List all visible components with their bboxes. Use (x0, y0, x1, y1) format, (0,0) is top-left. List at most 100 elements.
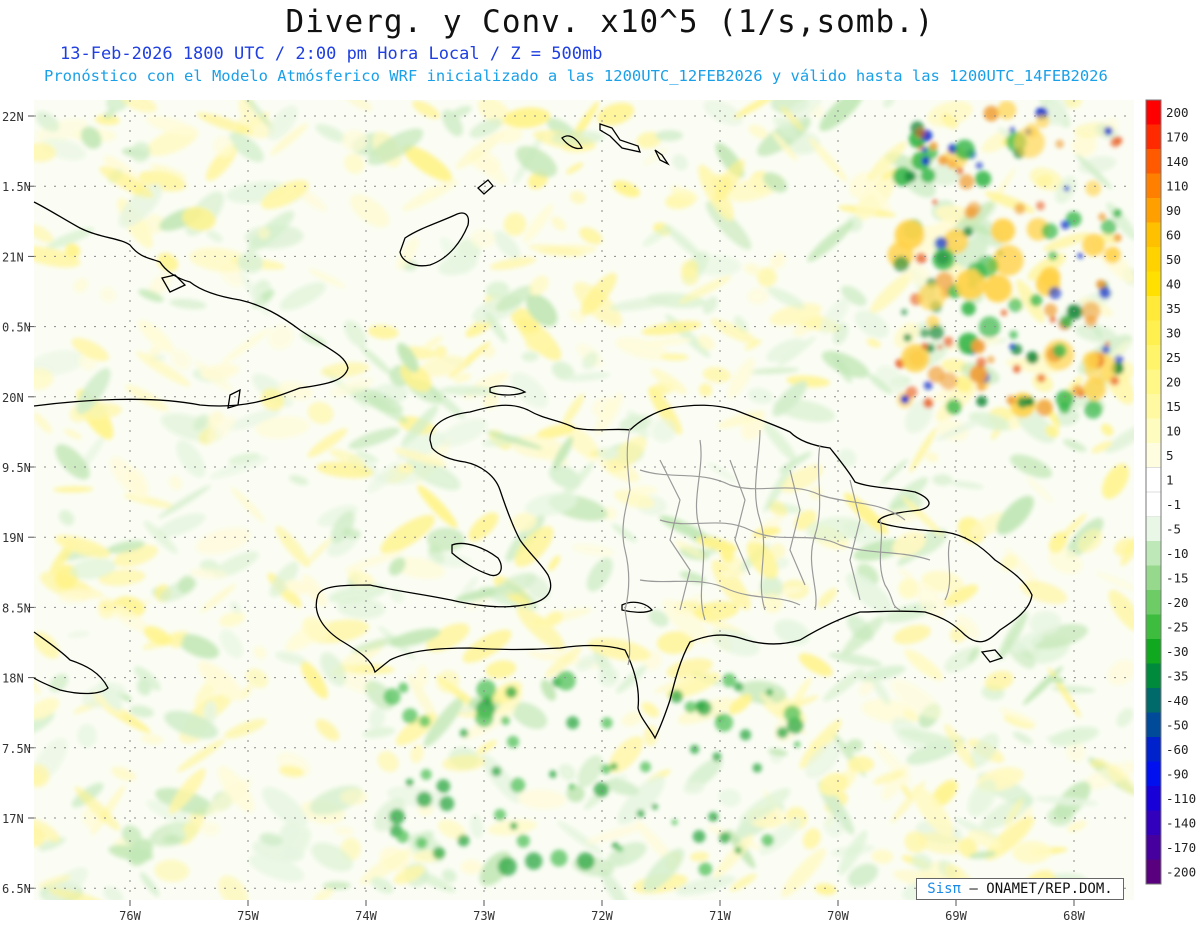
convection-cell (954, 139, 975, 160)
convergence-cell (420, 769, 432, 780)
lat-tick-label: 17N (2, 812, 24, 826)
lat-tick-label: 8.5N (2, 601, 31, 615)
convergence-cell (600, 764, 612, 775)
colorbar-swatch (1146, 663, 1161, 688)
convergence-cell (566, 716, 580, 730)
convection-cell (976, 255, 998, 278)
lon-tick-label: 72W (591, 909, 613, 923)
lon-tick-label: 73W (473, 909, 495, 923)
convection-cell (1039, 266, 1061, 288)
colorbar-swatch (1146, 541, 1161, 566)
convection-cell (1035, 114, 1050, 129)
convergence-cell (439, 796, 455, 812)
convection-cell (1052, 343, 1067, 358)
convection-cell (983, 105, 1000, 122)
convergence-cell (718, 831, 731, 844)
lat-tick-label: 0.5N (2, 321, 31, 335)
convection-cell (967, 201, 982, 216)
field-blob (847, 756, 875, 773)
convection-cell (1110, 137, 1121, 148)
convection-cell (1041, 223, 1058, 240)
convection-cell (920, 168, 936, 183)
colorbar: 200 170 140 110 90 60 50 40 35 30 25 20 15 10 5 1 -1 -5 -1… (1145, 99, 1196, 885)
convection-cell (1082, 233, 1105, 257)
lon-tick-label: 76W (119, 909, 141, 923)
convergence-cell (516, 834, 530, 848)
convergence-cell (576, 852, 595, 871)
convergence-cell (689, 744, 700, 754)
convection-cell (976, 357, 987, 368)
divergence-field (34, 100, 1134, 900)
colorbar-swatch (1146, 296, 1161, 321)
convection-cell (983, 274, 1012, 303)
convection-cell (1036, 399, 1053, 417)
colorbar-label: 30 (1166, 326, 1181, 341)
convection-cell (937, 344, 943, 350)
colorbar-label: 90 (1166, 203, 1181, 218)
convergence-cell (640, 761, 651, 773)
colorbar-swatch (1146, 590, 1161, 615)
convection-cell (901, 308, 908, 316)
colorbar-label: 110 (1166, 179, 1189, 194)
convection-cell (921, 147, 928, 153)
convection-cell (1099, 287, 1111, 299)
convergence-cell (476, 679, 497, 700)
convection-cell (1104, 246, 1121, 264)
longitude-axis: 76W 75W 74W 73W 72W 71W 70W 69W 68W (119, 900, 1086, 923)
colorbar-swatch (1146, 394, 1161, 419)
colorbar-swatch (1146, 443, 1161, 468)
convergence-cell (734, 846, 742, 854)
colorbar-label: 60 (1166, 228, 1181, 243)
colorbar-label: -35 (1166, 669, 1189, 684)
convergence-cell (556, 670, 576, 691)
colorbar-swatch (1146, 761, 1161, 786)
convergence-cell (733, 682, 744, 692)
colorbar-swatch (1146, 737, 1161, 762)
convergence-cell (494, 808, 506, 821)
convergence-cell (405, 778, 414, 787)
colorbar-swatch (1146, 418, 1161, 443)
convection-cell (1036, 373, 1046, 383)
colorbar-swatch (1146, 688, 1161, 713)
convection-cell (1000, 309, 1008, 317)
colorbar-label: 5 (1166, 448, 1174, 463)
convergence-cell (509, 822, 518, 830)
convection-cell (943, 336, 954, 348)
convection-cell (969, 365, 988, 384)
convection-cell (929, 141, 938, 151)
convergence-cell (783, 705, 801, 723)
convergence-cell (593, 782, 609, 798)
colorbar-swatch (1146, 149, 1161, 174)
convergence-cell (491, 766, 502, 777)
convection-cell (921, 156, 931, 166)
colorbar-label: -60 (1166, 742, 1189, 757)
convection-cell (1058, 401, 1071, 414)
colorbar-label: 1 (1166, 473, 1174, 488)
convergence-cell (766, 688, 773, 696)
convergence-cell (696, 700, 712, 716)
convergence-cell (601, 717, 613, 729)
convection-cell (1100, 219, 1117, 235)
convergence-cell (568, 783, 575, 790)
convection-cell (1055, 139, 1064, 149)
convergence-cell (402, 708, 418, 724)
colorbar-swatch (1146, 565, 1161, 590)
credit-text: – ONAMET/REP.DOM. (969, 881, 1113, 897)
convergence-cell (651, 803, 658, 810)
convergence-cell (389, 808, 405, 825)
convergence-cell (698, 862, 713, 877)
convergence-cell (714, 713, 734, 732)
convection-cell (1060, 220, 1070, 230)
colorbar-label: 40 (1166, 277, 1181, 292)
lat-tick-label: 22N (2, 110, 24, 124)
lat-tick-label: 19N (2, 531, 24, 545)
convection-cell (987, 355, 995, 364)
convergence-cell (432, 846, 446, 860)
lon-tick-label: 71W (709, 909, 731, 923)
convergence-cell (506, 735, 520, 748)
convection-cell (915, 252, 927, 264)
convergence-cell (500, 716, 510, 726)
colorbar-label: -10 (1166, 546, 1189, 561)
colorbar-swatch (1146, 786, 1161, 811)
convection-cell (1077, 252, 1084, 259)
